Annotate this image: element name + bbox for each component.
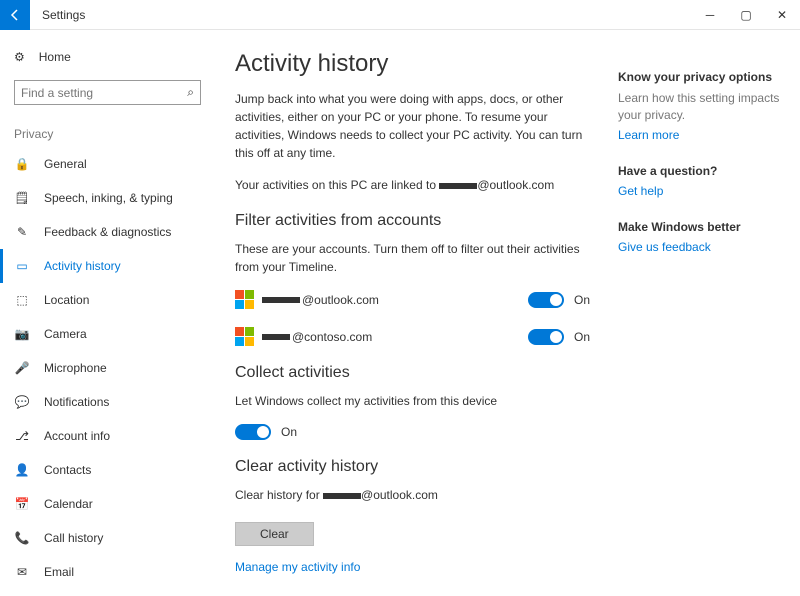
collect-heading: Collect activities xyxy=(235,364,590,382)
sidebar-item-microphone[interactable]: 🎤 Microphone xyxy=(0,351,215,385)
page-title: Activity history xyxy=(235,50,590,78)
location-icon: ⬚ xyxy=(14,292,30,308)
sidebar-item-email[interactable]: ✉ Email xyxy=(0,555,215,589)
sidebar-item-speech[interactable]: 🗒 Speech, inking, & typing xyxy=(0,181,215,215)
sidebar-item-label: Speech, inking, & typing xyxy=(44,191,173,205)
sidebar-item-label: Account info xyxy=(44,429,110,443)
collect-desc: Let Windows collect my activities from t… xyxy=(235,392,590,410)
sidebar-item-location[interactable]: ⬚ Location xyxy=(0,283,215,317)
sidebar-item-label: Call history xyxy=(44,531,103,545)
main-panel: Activity history Jump back into what you… xyxy=(215,30,610,596)
camera-icon: 📷 xyxy=(14,326,30,342)
sidebar-item-camera[interactable]: 📷 Camera xyxy=(0,317,215,351)
sidebar-item-call-history[interactable]: 📞 Call history xyxy=(0,521,215,555)
sidebar-item-label: Contacts xyxy=(44,463,91,477)
toggle-state: On xyxy=(574,293,590,307)
clear-heading: Clear activity history xyxy=(235,458,590,476)
close-button[interactable]: ✕ xyxy=(764,0,800,30)
feedback-icon: ✎ xyxy=(14,224,30,240)
sidebar: ⚙ Home ⌕ Privacy 🔒 General 🗒 Speech, inkin… xyxy=(0,30,215,596)
window-title: Settings xyxy=(30,8,85,22)
sidebar-item-label: Camera xyxy=(44,327,87,341)
back-button[interactable] xyxy=(0,0,30,30)
sidebar-item-calendar[interactable]: 📅 Calendar xyxy=(0,487,215,521)
sidebar-item-label: Location xyxy=(44,293,89,307)
notifications-icon: 💬 xyxy=(14,394,30,410)
titlebar: Settings ─ ▢ ✕ xyxy=(0,0,800,30)
account-email: @contoso.com xyxy=(262,330,520,344)
sidebar-item-feedback[interactable]: ✎ Feedback & diagnostics xyxy=(0,215,215,249)
search-input[interactable] xyxy=(21,86,187,100)
speech-icon: 🗒 xyxy=(14,190,30,206)
minimize-button[interactable]: ─ xyxy=(692,0,728,30)
toggle-state: On xyxy=(574,330,590,344)
better-heading: Make Windows better xyxy=(618,220,782,234)
contacts-icon: 👤 xyxy=(14,462,30,478)
right-column: Know your privacy options Learn how this… xyxy=(610,30,800,596)
toggle-group: On xyxy=(528,292,590,308)
search-box[interactable]: ⌕ xyxy=(14,80,201,105)
privacy-heading: Know your privacy options xyxy=(618,70,782,84)
redacted-text xyxy=(262,334,290,340)
sidebar-item-label: Activity history xyxy=(44,259,121,273)
redacted-text xyxy=(262,297,300,303)
sidebar-item-activity-history[interactable]: ▭ Activity history xyxy=(0,249,215,283)
sidebar-item-label: Microphone xyxy=(44,361,107,375)
lock-icon: 🔒 xyxy=(14,156,30,172)
call-icon: 📞 xyxy=(14,530,30,546)
microsoft-logo-icon xyxy=(235,327,254,346)
gear-icon: ⚙ xyxy=(14,50,25,64)
account-row: @contoso.com On xyxy=(235,327,590,346)
sidebar-item-general[interactable]: 🔒 General xyxy=(0,147,215,181)
home-link[interactable]: ⚙ Home xyxy=(0,42,215,72)
account-email: @outlook.com xyxy=(262,293,520,307)
microphone-icon: 🎤 xyxy=(14,360,30,376)
filter-desc: These are your accounts. Turn them off t… xyxy=(235,240,590,276)
collect-toggle[interactable] xyxy=(235,424,271,440)
sidebar-item-label: Email xyxy=(44,565,74,579)
account-row: @outlook.com On xyxy=(235,290,590,309)
redacted-text xyxy=(323,493,361,499)
sidebar-item-contacts[interactable]: 👤 Contacts xyxy=(0,453,215,487)
account-toggle[interactable] xyxy=(528,292,564,308)
toggle-group: On xyxy=(528,329,590,345)
account-icon: ⎇ xyxy=(14,428,30,444)
sidebar-item-label: General xyxy=(44,157,87,171)
clear-text: Clear history for @outlook.com xyxy=(235,486,590,504)
sidebar-item-notifications[interactable]: 💬 Notifications xyxy=(0,385,215,419)
redacted-text xyxy=(439,183,477,189)
tablet-icon: ▭ xyxy=(14,258,30,274)
maximize-button[interactable]: ▢ xyxy=(728,0,764,30)
get-help-link[interactable]: Get help xyxy=(618,184,782,198)
linked-account-text: Your activities on this PC are linked to… xyxy=(235,176,590,194)
collect-toggle-row: On xyxy=(235,424,590,440)
manage-activity-link[interactable]: Manage my activity info xyxy=(235,560,590,574)
feedback-link[interactable]: Give us feedback xyxy=(618,240,782,254)
account-toggle[interactable] xyxy=(528,329,564,345)
sidebar-item-label: Calendar xyxy=(44,497,93,511)
section-label: Privacy xyxy=(0,119,215,147)
filter-heading: Filter activities from accounts xyxy=(235,212,590,230)
privacy-text: Learn how this setting impacts your priv… xyxy=(618,90,782,124)
search-icon: ⌕ xyxy=(187,85,194,100)
question-heading: Have a question? xyxy=(618,164,782,178)
sidebar-item-account-info[interactable]: ⎇ Account info xyxy=(0,419,215,453)
microsoft-logo-icon xyxy=(235,290,254,309)
clear-button[interactable]: Clear xyxy=(235,522,314,546)
sidebar-item-label: Notifications xyxy=(44,395,109,409)
intro-text: Jump back into what you were doing with … xyxy=(235,90,590,162)
toggle-state: On xyxy=(281,425,297,439)
learn-more-link[interactable]: Learn more xyxy=(618,128,782,142)
home-label: Home xyxy=(39,50,71,64)
sidebar-item-label: Feedback & diagnostics xyxy=(44,225,171,239)
sidebar-item-tasks[interactable]: ☑Tasks xyxy=(0,589,215,596)
window-controls: ─ ▢ ✕ xyxy=(692,0,800,30)
calendar-icon: 📅 xyxy=(14,496,30,512)
email-icon: ✉ xyxy=(14,564,30,580)
